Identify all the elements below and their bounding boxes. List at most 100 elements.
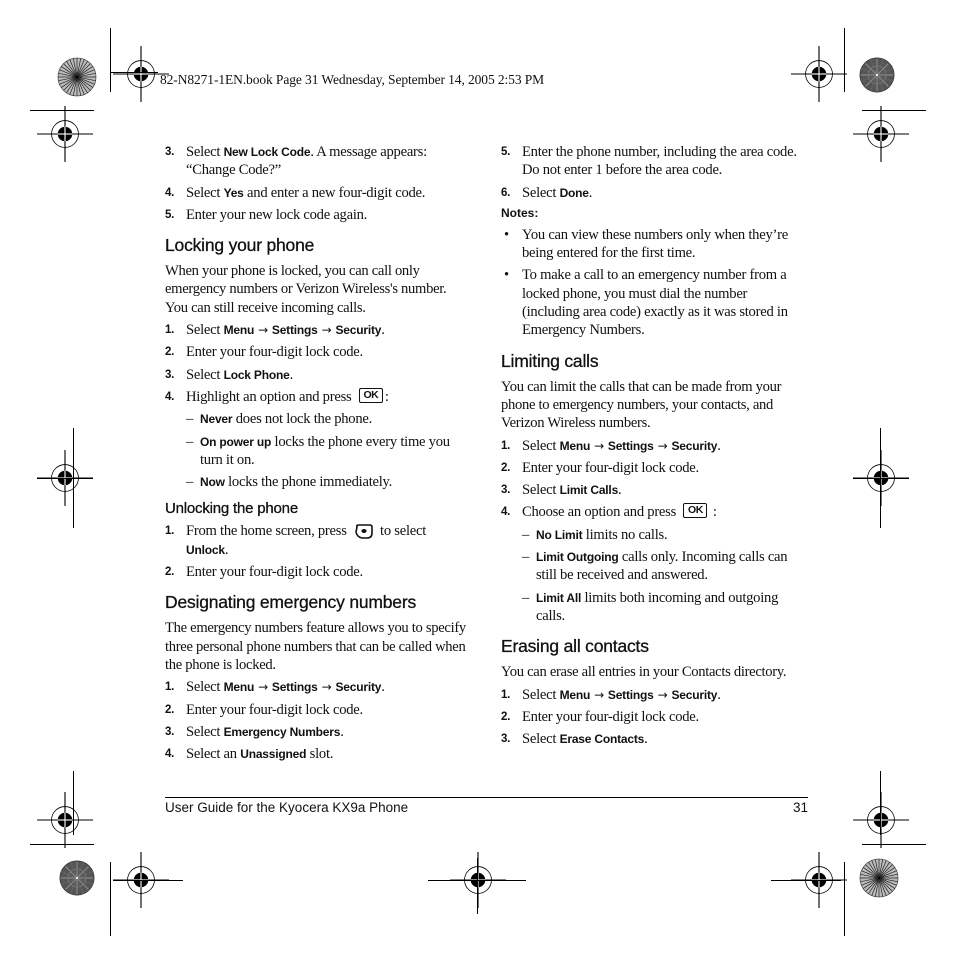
ui-term: Security xyxy=(671,438,718,453)
step-text: . xyxy=(717,686,721,703)
arrow-icon: → xyxy=(258,323,268,338)
step-text: Select xyxy=(186,144,224,160)
ui-term: Menu xyxy=(223,680,255,695)
step-text: From the home screen, press xyxy=(186,523,347,540)
footer-rule xyxy=(165,797,808,798)
dash: – xyxy=(186,433,194,450)
ui-term: New Lock Code xyxy=(223,145,311,159)
step-number: 4. xyxy=(165,748,175,761)
step-number: 1. xyxy=(501,688,511,701)
crop-mark xyxy=(477,858,478,914)
left-softkey-icon xyxy=(355,524,373,540)
option-item: – Never does not lock the phone. xyxy=(165,410,471,428)
note-item: • You can view these numbers only when t… xyxy=(501,226,807,263)
step-number: 1. xyxy=(165,525,175,538)
registration-crosshair-icon xyxy=(37,792,93,848)
bullet-icon: • xyxy=(504,267,509,284)
list-item: 3. Select Emergency Numbers. xyxy=(165,723,471,741)
ui-term: Lock Phone xyxy=(223,367,290,382)
list-item: 1. Select Menu → Settings → Security. xyxy=(501,437,807,455)
list-item: 2. Enter your four-digit lock code. xyxy=(165,563,471,581)
step-number: 2. xyxy=(501,710,511,723)
crop-mark xyxy=(880,771,881,835)
section-intro: You can erase all entries in your Contac… xyxy=(501,664,787,681)
list-item: 3. Select Limit Calls. xyxy=(501,481,807,499)
arrow-icon: → xyxy=(321,680,332,695)
bullet-icon: • xyxy=(504,226,509,243)
step-text: Select xyxy=(522,184,560,201)
star-target-icon xyxy=(859,858,899,898)
ui-term: Limit Calls xyxy=(559,483,619,498)
step-text: Select xyxy=(522,482,560,499)
ui-term: Never xyxy=(200,412,233,427)
option-item: – No Limit limits no calls. xyxy=(501,526,807,544)
step-text: . xyxy=(340,723,344,740)
crop-mark xyxy=(853,478,909,479)
option-item: – Now locks the phone immediately. xyxy=(165,473,471,491)
crop-mark xyxy=(113,880,183,881)
step-text: Enter the phone number, including the ar… xyxy=(522,144,797,179)
step-number: 1. xyxy=(165,324,175,337)
ui-term: Settings xyxy=(271,680,318,695)
step-text: Select xyxy=(186,723,224,740)
crop-mark xyxy=(110,862,111,936)
ok-key-icon: OK xyxy=(358,387,383,403)
option-text: does not lock the phone. xyxy=(232,411,373,428)
step-text: Select xyxy=(186,366,224,383)
step-number: 3. xyxy=(165,146,175,158)
step-text: slot. xyxy=(306,746,334,763)
step-text: Select xyxy=(522,437,560,454)
list-item: 3. Select Erase Contacts. xyxy=(501,730,807,748)
step-text: Select an xyxy=(186,746,241,763)
list-item: 2. Enter your four-digit lock code. xyxy=(165,701,471,719)
list-item: 1. Select Menu → Settings → Security. xyxy=(165,678,471,696)
crop-mark xyxy=(771,880,841,881)
step-number: 3. xyxy=(165,368,175,381)
step-text: Select xyxy=(186,322,224,339)
section-intro: The emergency numbers feature allows you… xyxy=(165,620,466,673)
step-text: and enter a new four-digit code. xyxy=(243,184,426,201)
ui-term: Security xyxy=(335,680,382,695)
section-heading: Locking your phone xyxy=(165,235,315,256)
step-number: 4. xyxy=(165,186,175,199)
step-number: 3. xyxy=(501,484,511,497)
dash: – xyxy=(522,549,530,566)
step-number: 4. xyxy=(165,390,175,403)
crop-mark xyxy=(110,72,158,73)
list-item: 4. Select Yes and enter a new four-digit… xyxy=(165,184,471,202)
step-text: to select xyxy=(380,523,427,540)
ui-term: Security xyxy=(671,687,718,702)
list-item: 1. From the home screen, press to select… xyxy=(165,522,471,559)
step-text: Enter your four-digit lock code. xyxy=(522,708,699,725)
section-heading: Erasing all contacts xyxy=(501,636,649,657)
step-number: 6. xyxy=(501,186,511,199)
arrow-icon: → xyxy=(594,438,604,453)
list-item: 2. Enter your four-digit lock code. xyxy=(501,708,807,726)
list-item: 5. Enter your new lock code again. xyxy=(165,206,471,224)
crop-mark xyxy=(110,28,111,92)
step-number: 2. xyxy=(501,461,511,474)
ui-term: On power up xyxy=(200,434,272,449)
subsection-heading: Unlocking the phone xyxy=(165,500,298,518)
ui-term: Done xyxy=(559,185,589,200)
step-text: . xyxy=(644,731,648,748)
option-item: – On power up locks the phone every time… xyxy=(165,433,471,470)
notes-label: Notes: xyxy=(501,205,539,220)
step-number: 3. xyxy=(501,733,511,746)
arrow-icon: → xyxy=(657,687,668,702)
ui-term: Limit All xyxy=(536,590,582,605)
ok-key-label: OK xyxy=(363,388,379,401)
star-target-icon xyxy=(57,57,97,97)
crop-mark xyxy=(73,771,74,835)
ui-term: Emergency Numbers xyxy=(223,724,341,739)
ui-term: Menu xyxy=(559,687,591,702)
step-text: . xyxy=(289,366,294,383)
list-item: 1. Select Menu → Settings → Security. xyxy=(165,321,471,339)
step-text: . xyxy=(381,679,385,696)
note-item: • To make a call to an emergency number … xyxy=(501,266,807,339)
section-intro: When your phone is locked, you can call … xyxy=(165,263,447,316)
step-text: : xyxy=(384,388,389,405)
ui-term: Menu xyxy=(559,438,591,453)
crop-mark xyxy=(844,862,845,936)
arrow-icon: → xyxy=(321,323,332,338)
